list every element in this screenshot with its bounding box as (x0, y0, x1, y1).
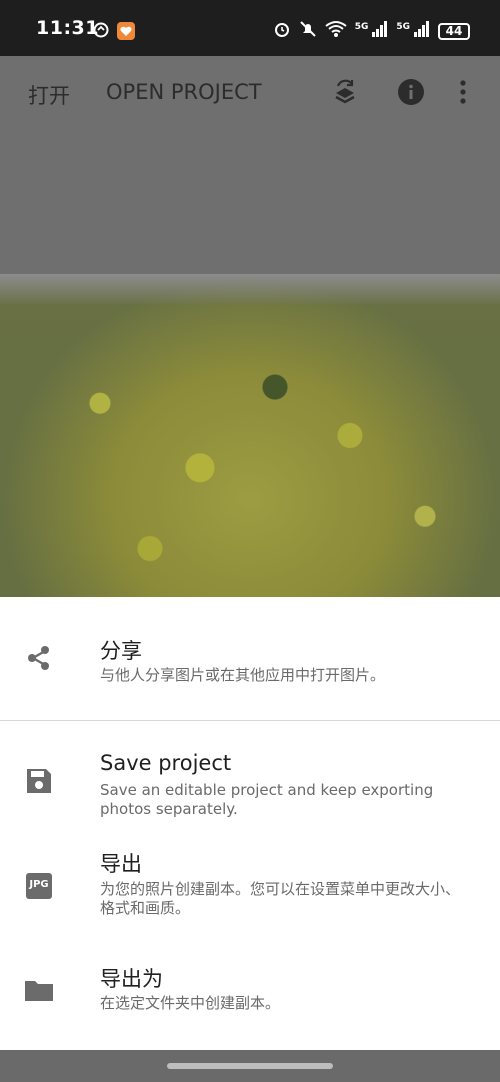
export-option[interactable]: JPG 导出 为您的照片创建副本。您可以在设置菜单中更改大小、格式和画质。 (0, 826, 500, 938)
status-left-icons (93, 22, 135, 44)
status-right-icons: 5G 5G 44 (273, 20, 470, 42)
export-description: 为您的照片创建副本。您可以在设置菜单中更改大小、格式和画质。 (100, 880, 461, 917)
photo-preview (0, 274, 500, 597)
home-gesture-handle[interactable] (167, 1063, 333, 1069)
app-bar: 打开 OPEN PROJECT (0, 56, 500, 134)
save-project-description: Save an editable project and keep export… (100, 781, 434, 818)
more-vert-icon[interactable] (456, 78, 470, 106)
export-as-title: 导出为 (100, 967, 163, 991)
alarm-icon (273, 20, 291, 42)
layers-swap-icon[interactable] (331, 78, 359, 106)
mute-icon (299, 20, 317, 42)
navigation-bar (0, 1050, 500, 1082)
save-project-title: Save project (100, 751, 232, 775)
battery-indicator: 44 (438, 22, 470, 40)
wifi-icon (325, 20, 347, 42)
open-project-button[interactable]: OPEN PROJECT (106, 80, 262, 104)
save-project-option[interactable]: Save project Save an editable project an… (0, 721, 500, 826)
open-button[interactable]: 打开 (28, 80, 70, 110)
status-bar: 11:31 5G 5G 44 (0, 0, 500, 56)
share-title: 分享 (100, 639, 142, 663)
canvas-background (0, 134, 500, 274)
network-label-1: 5G (354, 22, 369, 32)
network-label-2: 5G (396, 22, 410, 32)
save-icon (24, 766, 54, 796)
info-icon[interactable] (397, 78, 425, 106)
share-icon (24, 643, 54, 673)
share-description: 与他人分享图片或在其他应用中打开图片。 (100, 666, 386, 684)
status-time: 11:31 (36, 17, 99, 39)
export-as-option[interactable]: 导出为 在选定文件夹中创建副本。 (0, 938, 500, 1050)
export-bottom-sheet: 分享 与他人分享图片或在其他应用中打开图片。 Save project Save… (0, 597, 500, 1050)
app-notification-icon (117, 22, 135, 44)
data-saver-icon (93, 22, 109, 44)
jpg-icon: JPG (24, 871, 54, 901)
signal-icon-1 (372, 21, 388, 41)
folder-icon (24, 975, 54, 1005)
jpg-icon-label: JPG (29, 879, 49, 890)
signal-icon-2 (414, 21, 430, 41)
export-as-description: 在选定文件夹中创建副本。 (100, 994, 281, 1012)
export-title: 导出 (100, 852, 142, 876)
share-option[interactable]: 分享 与他人分享图片或在其他应用中打开图片。 (0, 597, 500, 720)
